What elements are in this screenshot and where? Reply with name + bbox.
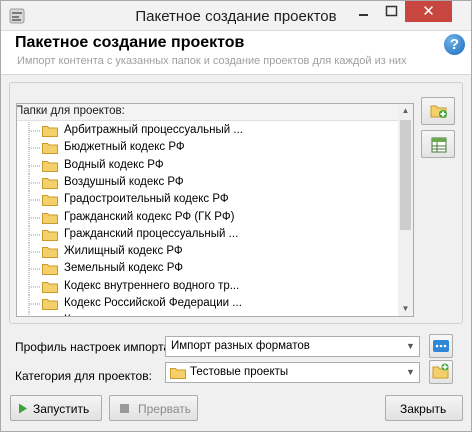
tree-item[interactable]: Гражданский кодекс РФ (ГК РФ)	[17, 208, 397, 227]
import-profile-select[interactable]: Импорт разных форматов ▼	[165, 336, 420, 357]
scroll-thumb[interactable]	[400, 120, 411, 230]
chevron-down-icon[interactable]: ▼	[402, 337, 419, 356]
folder-tree[interactable]: Папки для проектов: Арбитражный процессу…	[16, 103, 414, 317]
category-label: Категория для проектов:	[15, 369, 152, 383]
tree-item[interactable]: Гражданский процессуальный ...	[17, 225, 397, 244]
folder-icon	[42, 195, 58, 207]
tree-connector	[28, 191, 41, 210]
help-icon[interactable]: ?	[444, 34, 465, 55]
folder-icon	[42, 177, 58, 189]
folder-icon	[42, 160, 58, 172]
tree-item-label: Арбитражный процессуальный ...	[64, 124, 243, 136]
tree-connector	[28, 277, 41, 296]
import-profile-label: Профиль настроек импорта:	[15, 340, 174, 354]
tree-item[interactable]: Кодекс внутреннего водного тр...	[17, 277, 397, 296]
folders-label: Папки для проектов:	[17, 105, 125, 117]
stop-icon	[120, 404, 129, 413]
table-icon	[431, 137, 447, 153]
more-icon	[433, 340, 449, 352]
dialog-header: Пакетное создание проектов Импорт контен…	[1, 31, 471, 75]
header-subtitle: Импорт контента с указанных папок и созд…	[17, 55, 407, 67]
folder-icon	[42, 143, 58, 155]
tree-item[interactable]: Кодекс торгового мореплавани...	[17, 312, 397, 316]
tree-connector	[28, 208, 41, 227]
folder-icon	[42, 247, 58, 259]
add-folder-button[interactable]	[421, 97, 455, 125]
tree-item[interactable]: Бюджетный кодекс РФ	[17, 139, 397, 158]
close-icon: ✕	[422, 3, 435, 20]
folder-icon	[42, 126, 58, 137]
tree-connector	[28, 156, 41, 175]
tree-item[interactable]: Водный кодекс РФ	[17, 156, 397, 175]
stop-button-label: Прервать	[138, 402, 192, 416]
dialog-window: Пакетное создание проектов ✕ Пакетное со…	[0, 0, 472, 432]
tree-connector	[28, 260, 41, 279]
tree-item-label: Гражданский процессуальный ...	[64, 227, 239, 240]
start-button-label: Запустить	[33, 402, 90, 416]
tree-item[interactable]: Воздушный кодекс РФ	[17, 173, 397, 192]
close-button-label: Закрыть	[400, 402, 447, 416]
folder-icon	[42, 281, 58, 293]
folder-icon	[42, 264, 58, 276]
tree-item[interactable]: Арбитражный процессуальный ...	[17, 122, 397, 140]
category-select[interactable]: Тестовые проекты ▼	[165, 362, 420, 383]
tree-connector	[28, 295, 41, 313]
play-icon	[19, 403, 27, 414]
add-folder-icon	[432, 363, 449, 379]
start-button[interactable]: Запустить	[10, 395, 102, 421]
folder-icon	[170, 368, 186, 379]
folder-icon	[42, 315, 58, 316]
tree-item-label: Водный кодекс РФ	[64, 158, 164, 171]
header-title: Пакетное создание проектов	[15, 34, 245, 51]
maximize-button[interactable]	[378, 1, 405, 22]
tree-connector	[28, 139, 41, 158]
table-settings-button[interactable]	[421, 130, 455, 158]
minimize-icon	[359, 14, 368, 16]
add-folder-icon	[430, 105, 447, 118]
tree-item[interactable]: Кодекс Российской Федерации ...	[17, 295, 397, 313]
chevron-down-icon[interactable]: ▼	[402, 363, 419, 382]
tree-item[interactable]: Земельный кодекс РФ	[17, 260, 397, 279]
close-window-button[interactable]: ✕	[405, 1, 452, 22]
tree-scrollbar[interactable]: ▲ ▼	[398, 104, 413, 316]
close-button[interactable]: Закрыть	[385, 395, 463, 421]
folder-icon	[42, 229, 58, 241]
minimize-button[interactable]	[350, 1, 377, 22]
tree-item-label: Кодекс торгового мореплавани...	[64, 314, 239, 316]
profile-options-button[interactable]	[429, 334, 453, 358]
tree-connector	[28, 122, 41, 140]
maximize-icon	[385, 5, 398, 17]
tree-connector	[28, 225, 41, 244]
tree-item-label: Жилищный кодекс РФ	[64, 245, 183, 258]
tree-item-label: Кодекс Российской Федерации ...	[64, 297, 242, 309]
stop-button[interactable]: Прервать	[109, 395, 198, 421]
folder-icon	[42, 212, 58, 224]
tree-connector	[28, 243, 41, 262]
tree-item-label: Воздушный кодекс РФ	[64, 175, 184, 188]
scroll-up-icon[interactable]: ▲	[398, 104, 413, 118]
tree-connector	[28, 312, 30, 316]
import-profile-value: Импорт разных форматов	[171, 340, 310, 352]
title-bar[interactable]: Пакетное создание проектов ✕	[1, 1, 471, 31]
add-category-button[interactable]	[429, 360, 453, 384]
tree-item[interactable]: Градостроительный кодекс РФ	[17, 191, 397, 210]
tree-item-label: Бюджетный кодекс РФ	[64, 141, 185, 154]
scroll-down-icon[interactable]: ▼	[398, 302, 413, 316]
tree-item[interactable]: Жилищный кодекс РФ	[17, 243, 397, 262]
tree-connector	[28, 173, 41, 192]
tree-item-label: Земельный кодекс РФ	[64, 262, 183, 275]
category-value: Тестовые проекты	[190, 366, 289, 378]
folder-icon	[42, 299, 58, 310]
tree-item-label: Градостроительный кодекс РФ	[64, 193, 229, 206]
folder-list: Папки для проектов: Арбитражный процессу…	[17, 104, 399, 316]
tree-item-label: Кодекс внутреннего водного тр...	[64, 279, 240, 292]
tree-item-label: Гражданский кодекс РФ (ГК РФ)	[64, 210, 235, 223]
